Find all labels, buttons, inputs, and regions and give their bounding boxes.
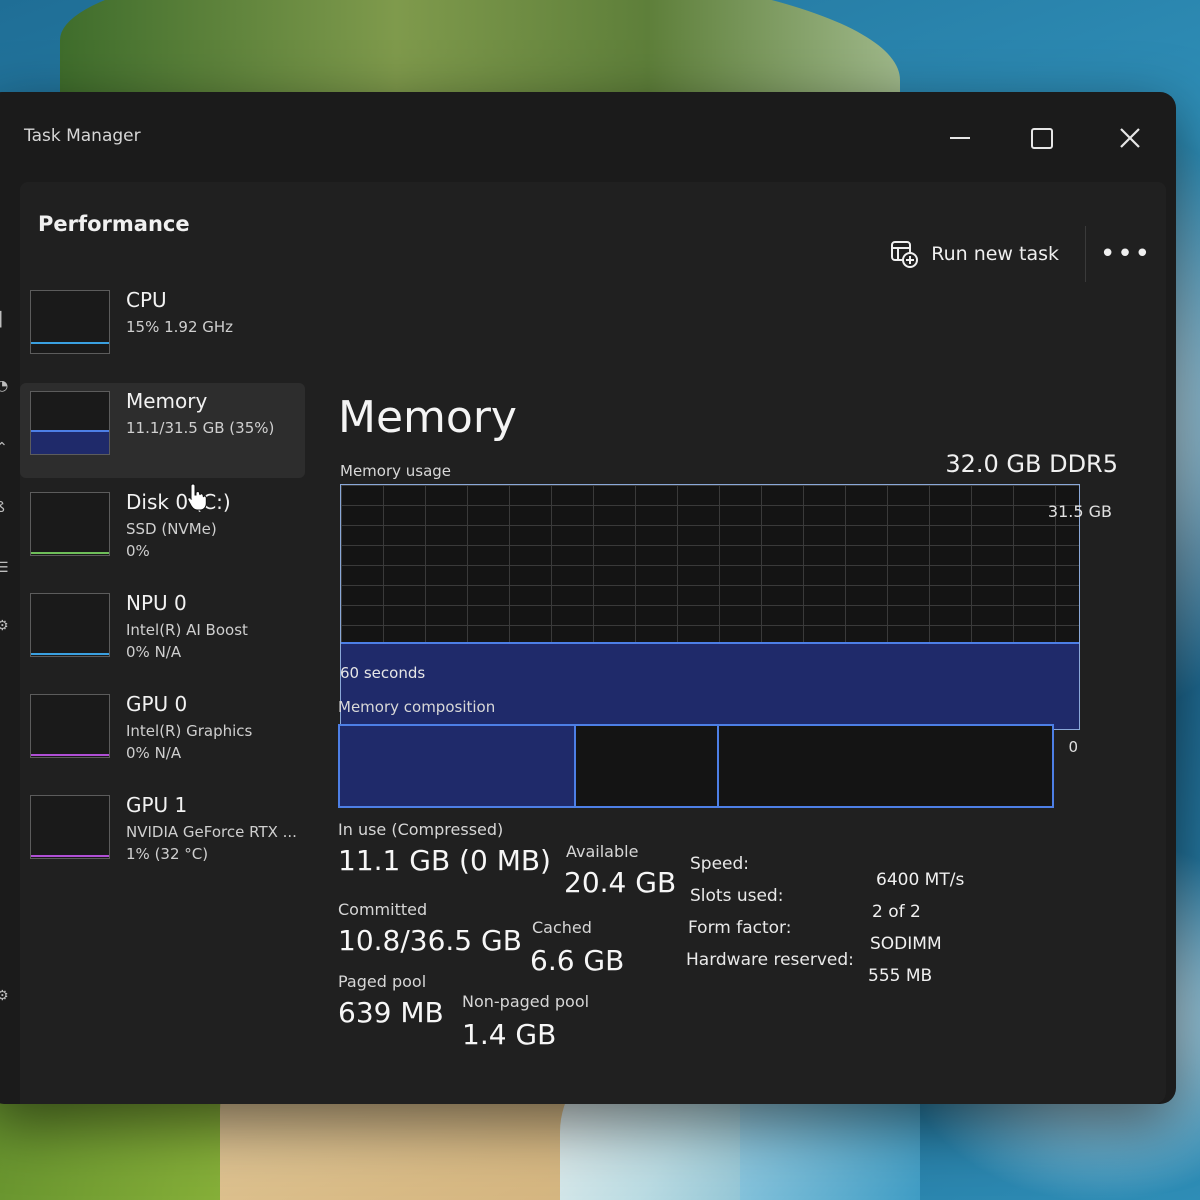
services-icon[interactable]: ⚙ (0, 618, 10, 634)
device-name: NPU 0 (126, 591, 187, 615)
device-item-disk-0-c[interactable]: Disk 0 (C:) SSD (NVMe) 0% (20, 484, 305, 579)
page-title: Performance (38, 212, 190, 236)
run-new-task-label: Run new task (931, 243, 1059, 265)
in-use-value: 11.1 GB (0 MB) (338, 844, 551, 877)
minimize-button[interactable] (930, 118, 990, 158)
device-detail: 15% 1.92 GHz (126, 318, 234, 336)
non-paged-pool-label: Non-paged pool (462, 992, 590, 1011)
task-manager-window: Task Manager ▌ ◔ ⌃ ß ☰ ⚙ ⚙ Performance R… (0, 92, 1176, 1104)
available-value: 20.4 GB (564, 866, 677, 899)
app-history-icon[interactable]: ⌃ (0, 440, 10, 456)
slots-used-label: Slots used: (690, 886, 784, 906)
device-thumbnail-fill (31, 753, 109, 757)
in-use-label: In use (Compressed) (338, 820, 504, 839)
close-icon (1120, 128, 1140, 148)
memory-spec: 32.0 GB DDR5 (945, 450, 1118, 478)
memory-composition-label: Memory composition (338, 698, 496, 716)
form-factor-label: Form factor: (688, 918, 792, 938)
speed-label: Speed: (690, 854, 750, 874)
nav-rail: ▌ ◔ ⌃ ß ☰ ⚙ ⚙ (0, 182, 16, 1104)
form-factor-value: SODIMM (870, 934, 942, 954)
memory-usage-graph (340, 484, 1080, 730)
cached-label: Cached (532, 918, 592, 937)
device-thumbnail-graph (30, 593, 110, 657)
device-item-memory[interactable]: Memory 11.1/31.5 GB (35%) (20, 383, 305, 478)
device-detail: Intel(R) Graphics (126, 722, 253, 740)
slots-used-value: 2 of 2 (872, 902, 921, 922)
composition-segment-modified[interactable] (576, 726, 720, 806)
paged-pool-label: Paged pool (338, 972, 427, 991)
device-name: Disk 0 (C:) (126, 490, 231, 514)
composition-segment-standby[interactable] (719, 726, 1052, 806)
device-thumbnail-graph (30, 290, 110, 354)
non-paged-pool-value: 1.4 GB (462, 1018, 557, 1051)
time-axis-label: 60 seconds (340, 664, 426, 682)
device-status: 0% (126, 542, 150, 560)
paged-pool-value: 639 MB (338, 996, 444, 1029)
device-detail: SSD (NVMe) (126, 520, 217, 538)
device-name: GPU 1 (126, 793, 188, 817)
composition-segment-in-use[interactable] (340, 726, 576, 806)
device-thumbnail-fill (31, 341, 109, 353)
more-options-button[interactable]: ••• (1086, 226, 1166, 282)
device-status: 1% (32 °C) (126, 845, 209, 863)
available-label: Available (566, 842, 639, 861)
device-name: GPU 0 (126, 692, 188, 716)
device-thumbnail-fill (31, 854, 109, 858)
device-item-npu-0[interactable]: NPU 0 Intel(R) AI Boost 0% N/A (20, 585, 305, 680)
device-detail: Intel(R) AI Boost (126, 621, 248, 639)
cached-value: 6.6 GB (530, 944, 625, 977)
app-title: Task Manager (24, 126, 141, 146)
device-list: CPU 15% 1.92 GHz Memory 11.1/31.5 GB (35%) D… (20, 282, 305, 888)
hand-cursor-icon (187, 483, 207, 511)
content-area: Performance Run new task ••• CPU 15% 1.92… (20, 182, 1166, 1104)
device-status: 0% N/A (126, 744, 182, 762)
command-bar: Run new task ••• (863, 226, 1166, 282)
details-icon[interactable]: ☰ (0, 560, 10, 576)
device-detail: 11.1/31.5 GB (35%) (126, 419, 275, 437)
memory-usage-max: 31.5 GB (1047, 502, 1112, 521)
device-thumbnail-graph (30, 391, 110, 455)
startup-apps-icon[interactable]: ß (0, 500, 10, 516)
device-thumbnail-graph (30, 694, 110, 758)
minimize-icon (950, 137, 970, 139)
maximize-button[interactable] (1012, 118, 1072, 158)
device-item-cpu[interactable]: CPU 15% 1.92 GHz (20, 282, 305, 377)
maximize-icon (1031, 127, 1053, 149)
memory-title: Memory (338, 392, 517, 443)
device-name: CPU (126, 288, 167, 312)
device-detail: NVIDIA GeForce RTX ... (126, 823, 297, 841)
speed-value: 6400 MT/s (876, 870, 965, 890)
device-item-gpu-1[interactable]: GPU 1 NVIDIA GeForce RTX ... 1% (32 °C) (20, 787, 305, 882)
memory-composition-bar[interactable] (338, 724, 1054, 808)
device-thumbnail-fill (31, 551, 109, 555)
settings-icon[interactable]: ⚙ (0, 988, 10, 1004)
device-item-gpu-0[interactable]: GPU 0 Intel(R) Graphics 0% N/A (20, 686, 305, 781)
hardware-reserved-label: Hardware reserved: (686, 950, 854, 970)
hardware-reserved-value: 555 MB (868, 966, 933, 986)
run-task-icon (891, 241, 919, 268)
performance-icon[interactable]: ◔ (0, 378, 10, 394)
device-thumbnail-graph (30, 795, 110, 859)
device-thumbnail-graph (30, 492, 110, 556)
memory-composition-zero: 0 (1068, 738, 1078, 756)
committed-value: 10.8/36.5 GB (338, 924, 522, 957)
memory-panel: Memory 32.0 GB DDR5 Memory usage 31.5 GB… (338, 392, 1118, 1092)
device-status: 0% N/A (126, 643, 182, 661)
committed-label: Committed (338, 900, 428, 919)
device-thumbnail-fill (31, 652, 109, 656)
memory-usage-label: Memory usage (340, 462, 452, 480)
device-thumbnail-fill (31, 430, 109, 454)
device-name: Memory (126, 389, 208, 413)
run-new-task-button[interactable]: Run new task (863, 226, 1086, 282)
close-button[interactable] (1100, 118, 1160, 158)
processes-icon[interactable]: ▌ (0, 312, 10, 328)
title-bar[interactable]: Task Manager (0, 92, 1176, 182)
